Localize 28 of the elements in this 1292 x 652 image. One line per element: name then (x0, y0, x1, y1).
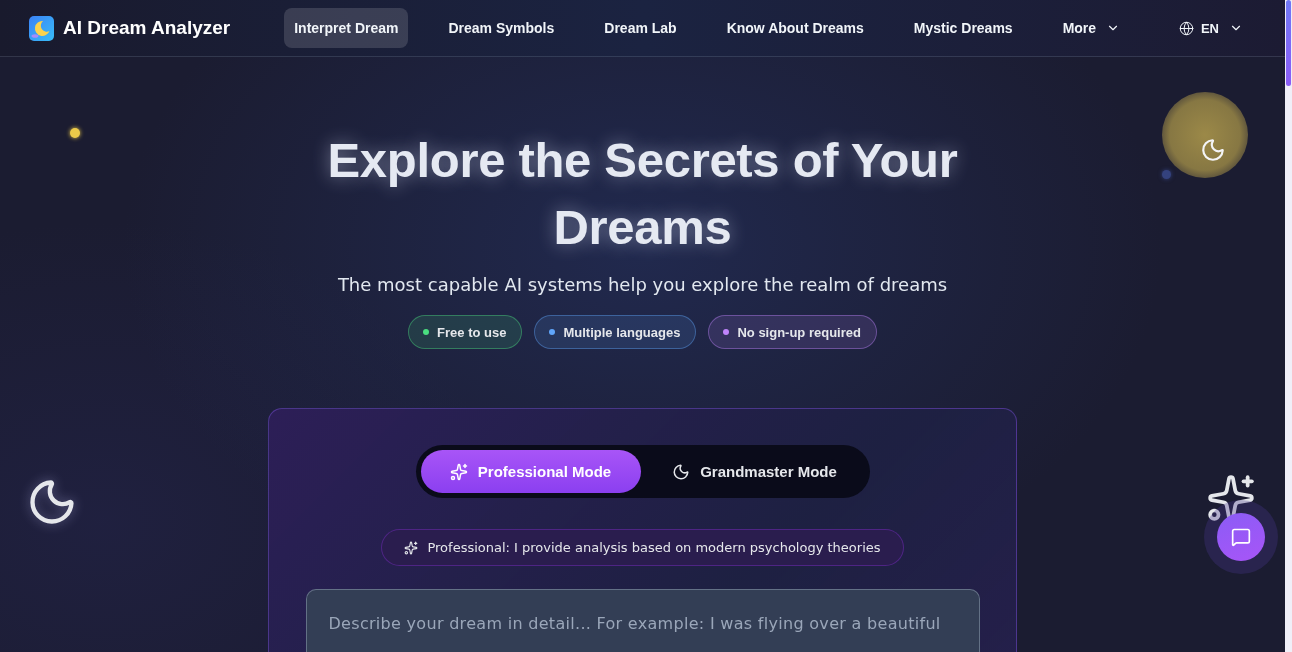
faint-dot-icon (1162, 170, 1171, 179)
mode-tab[interactable]: Professional Mode (420, 450, 641, 493)
mode-note-text: Professional: I provide analysis based on modern psychology theories (427, 540, 881, 555)
nav-link[interactable]: Interpret Dream (284, 8, 409, 48)
sparkles-icon (1206, 473, 1256, 523)
brand-name: AI Dream Analyzer (63, 17, 231, 39)
hero-title: Explore the Secrets of Your Dreams (326, 132, 959, 256)
sparkles-icon (449, 462, 468, 481)
glowing-dot-icon (70, 128, 80, 138)
moon-logo-icon (29, 15, 54, 41)
scrollbar-thumb[interactable] (1286, 0, 1291, 86)
message-icon (1231, 527, 1251, 547)
nav-link[interactable]: Dream Lab (594, 8, 687, 48)
nav-link[interactable]: Mystic Dreams (903, 8, 1023, 48)
hero-subtitle: The most capable AI systems help you explore the realm of dreams (337, 273, 948, 297)
nav-link[interactable]: Dream Symbols (438, 8, 565, 48)
sparkles-icon (404, 540, 419, 555)
scrollbar-track[interactable] (1285, 0, 1292, 652)
feature-badge: Free to use (408, 315, 523, 349)
nav-link[interactable]: Know About Dreams (716, 8, 874, 48)
globe-icon (1178, 20, 1194, 36)
dream-input[interactable]: Describe your dream in detail... For example: I was flying over a beautiful (305, 589, 980, 652)
nav-dropdown[interactable]: More (1052, 8, 1131, 48)
feature-badge: Multiple languages (534, 315, 697, 349)
mode-tab[interactable]: Grandmaster Mode (644, 450, 865, 493)
moon-icon (672, 462, 691, 481)
language-selector[interactable]: EN (1176, 10, 1245, 46)
feature-badge: No sign-up required (708, 315, 877, 349)
